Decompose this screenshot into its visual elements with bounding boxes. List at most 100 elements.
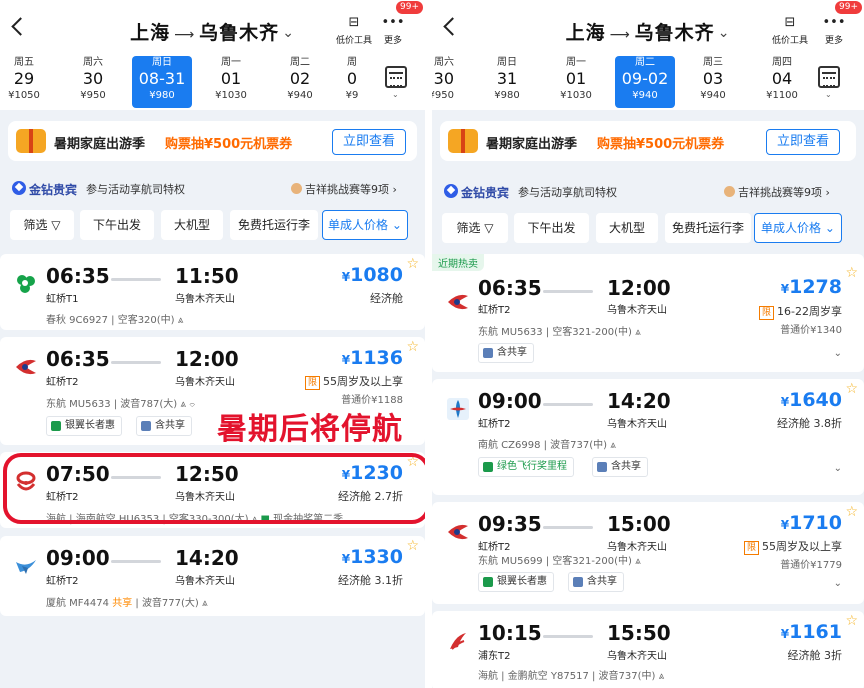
flight-card[interactable]: 近期热卖 06:35 虹桥T2 12:00 乌鲁木齐天山 ¥1278 限 16-2…	[432, 254, 864, 372]
cabin-class: 经济舱 3.1折	[338, 574, 403, 587]
low-price-tool-button[interactable]: ⊟ 低价工具	[332, 16, 376, 47]
arrival-airport: 乌鲁木齐天山	[607, 542, 667, 553]
filter-large-aircraft[interactable]: 大机型	[596, 213, 658, 243]
gift-icon	[448, 129, 478, 153]
flight-line	[543, 403, 593, 406]
star-icon[interactable]: ☆	[845, 382, 858, 396]
more-button[interactable]: ••• 更多	[817, 16, 851, 47]
promo-title: 暑期家庭出游季	[486, 137, 578, 152]
flight-meta: 东航 MU5633 | 空客321-200(中) ⩓	[478, 327, 641, 338]
filter-large-aircraft[interactable]: 大机型	[161, 210, 223, 240]
cabin-class: 经济舱 3.8折	[777, 417, 842, 430]
star-icon[interactable]: ☆	[845, 266, 858, 280]
senior-tag: 银翼长者惠	[46, 416, 122, 436]
china-southern-logo-icon	[447, 398, 469, 420]
meal-icon: ⩓	[202, 598, 208, 609]
low-price-tool-button[interactable]: ⊟ 低价工具	[768, 16, 812, 47]
flight-card[interactable]: 09:00 虹桥T2 14:20 乌鲁木齐天山 ¥1330 经济舱 3.1折 厦…	[0, 536, 425, 616]
low-price-tool-label: 低价工具	[335, 36, 372, 46]
calendar-icon[interactable]	[385, 66, 407, 88]
member-extra[interactable]: 吉祥挑战赛等9项 ›	[291, 181, 397, 197]
view-now-button[interactable]: 立即查看	[332, 129, 406, 155]
star-icon[interactable]: ☆	[845, 505, 858, 519]
route-arrow-icon: ⟶	[609, 27, 631, 43]
calendar-icon[interactable]	[818, 66, 840, 88]
highlight-circle	[3, 453, 425, 524]
date-cell[interactable]: 周一 01 ¥1030	[201, 56, 261, 108]
departure-airport: 虹桥T2	[46, 576, 79, 587]
filter-afternoon[interactable]: 下午出发	[514, 213, 589, 243]
price: ¥1640	[780, 389, 842, 411]
meal-icon: ⩓	[635, 556, 641, 567]
departure-time: 09:00	[478, 389, 542, 413]
date-cell[interactable]: 周三 03 ¥940	[683, 56, 743, 108]
top-bar: 上海 ⟶ 乌鲁木齐 ⌄ ⊟ 低价工具 ••• 更多 99+	[432, 0, 864, 52]
diamond-icon	[12, 181, 26, 195]
date-cell[interactable]: 周二 02 ¥940	[270, 56, 330, 108]
date-cell-partial[interactable]: 周 0 ¥9	[332, 56, 372, 108]
date-cell[interactable]: 周四 04 ¥1100	[752, 56, 812, 108]
arrival-time: 12:00	[175, 347, 239, 371]
flight-card[interactable]: 10:15 浦东T2 15:50 乌鲁木齐天山 ¥1161 经济舱 3折 海航 …	[432, 611, 864, 688]
filter-button[interactable]: 筛选 ▽	[442, 213, 508, 243]
price-mode-dropdown[interactable]: 单成人价格 ⌄	[322, 210, 408, 240]
departure-time: 06:35	[46, 347, 110, 371]
date-cell[interactable]: 周六 30 ¥950	[63, 56, 123, 108]
filter-button[interactable]: 筛选 ▽	[10, 210, 74, 240]
date-cell-selected[interactable]: 周二 09-02 ¥940	[615, 56, 675, 108]
filter-afternoon[interactable]: 下午出发	[80, 210, 154, 240]
tag-icon	[483, 348, 493, 358]
filter-bar: 筛选 ▽ 下午出发 大机型 免费托运行李 单成人价格 ⌄	[432, 211, 864, 245]
date-cell[interactable]: 周日 31 ¥980	[477, 56, 537, 108]
chevron-down-icon: ⌄	[825, 90, 832, 99]
filter-free-baggage[interactable]: 免费托运行李	[230, 210, 318, 240]
codeshare-tag: 含共享	[592, 457, 648, 477]
date-strip: 周五 29 ¥1050 周六 30 ¥950 周日 08-31 ¥980 周一 01 ¥1030…	[0, 52, 425, 110]
price: ¥1080	[341, 264, 403, 286]
flight-meta: 东航 MU5699 | 空客321-200(中) ⩓	[478, 556, 641, 567]
star-icon[interactable]: ☆	[406, 257, 419, 271]
date-cell-selected[interactable]: 周日 08-31 ¥980	[132, 56, 192, 108]
promo-banner[interactable]: 暑期家庭出游季 购票抽¥500元机票券 立即查看	[440, 121, 856, 161]
restriction: 限 16-22周岁享	[759, 303, 842, 320]
wifi-icon: ⌔	[189, 399, 196, 410]
more-label: 更多	[824, 36, 843, 46]
chevron-down-icon: ⌄	[282, 25, 295, 41]
member-extra[interactable]: 吉祥挑战赛等9项 ›	[724, 184, 830, 200]
date-cell[interactable]: 周五 29 ¥1050	[0, 56, 54, 108]
date-cell[interactable]: 周一 01 ¥1030	[546, 56, 606, 108]
tag-icon	[51, 421, 61, 431]
expand-chevron-icon[interactable]: ⌄	[834, 463, 842, 474]
cabin-class: 经济舱 3折	[787, 649, 843, 662]
tag-icon	[597, 462, 607, 472]
tag-icon	[483, 577, 493, 587]
filter-free-baggage[interactable]: 免费托运行李	[665, 213, 751, 243]
star-icon[interactable]: ☆	[406, 539, 419, 553]
star-icon[interactable]: ☆	[845, 614, 858, 628]
codeshare-tag: 含共享	[568, 572, 624, 592]
more-label: 更多	[383, 36, 402, 46]
more-button[interactable]: ••• 更多	[376, 16, 410, 47]
date-cell-partial[interactable]: 周六30¥950	[432, 56, 454, 108]
expand-chevron-icon[interactable]: ⌄	[834, 348, 842, 359]
view-now-button[interactable]: 立即查看	[766, 129, 840, 155]
flight-card[interactable]: 09:35 虹桥T2 15:00 乌鲁木齐天山 ¥1710 限 55周岁及以上享 …	[432, 502, 864, 604]
coin-icon	[724, 186, 735, 197]
departure-time: 09:35	[478, 512, 542, 536]
member-row[interactable]: 金钻贵宾 参与活动享航司特权 吉祥挑战赛等9项 ›	[0, 173, 425, 203]
arrival-time: 15:50	[607, 621, 671, 645]
member-row[interactable]: 金钻贵宾 参与活动享航司特权 吉祥挑战赛等9项 ›	[432, 176, 864, 206]
flight-card[interactable]: 09:00 虹桥T2 14:20 乌鲁木齐天山 ¥1640 经济舱 3.8折 南…	[432, 379, 864, 495]
codeshare-tag: 含共享	[478, 343, 534, 363]
flight-line	[543, 526, 593, 529]
price-mode-dropdown[interactable]: 单成人价格 ⌄	[754, 213, 842, 243]
promo-banner[interactable]: 暑期家庭出游季 购票抽¥500元机票券 立即查看	[8, 121, 417, 161]
flight-card[interactable]: 06:35 虹桥T1 11:50 乌鲁木齐天山 ¥1080 经济舱 春秋 9C6…	[0, 254, 425, 330]
departure-time: 06:35	[478, 276, 542, 300]
restriction: 限 55周岁及以上享	[743, 538, 842, 555]
expand-chevron-icon[interactable]: ⌄	[834, 578, 842, 589]
price: ¥1710	[780, 512, 842, 534]
star-icon[interactable]: ☆	[406, 340, 419, 354]
chevron-down-icon: ⌄	[392, 90, 399, 99]
arrival-time: 11:50	[175, 264, 239, 288]
